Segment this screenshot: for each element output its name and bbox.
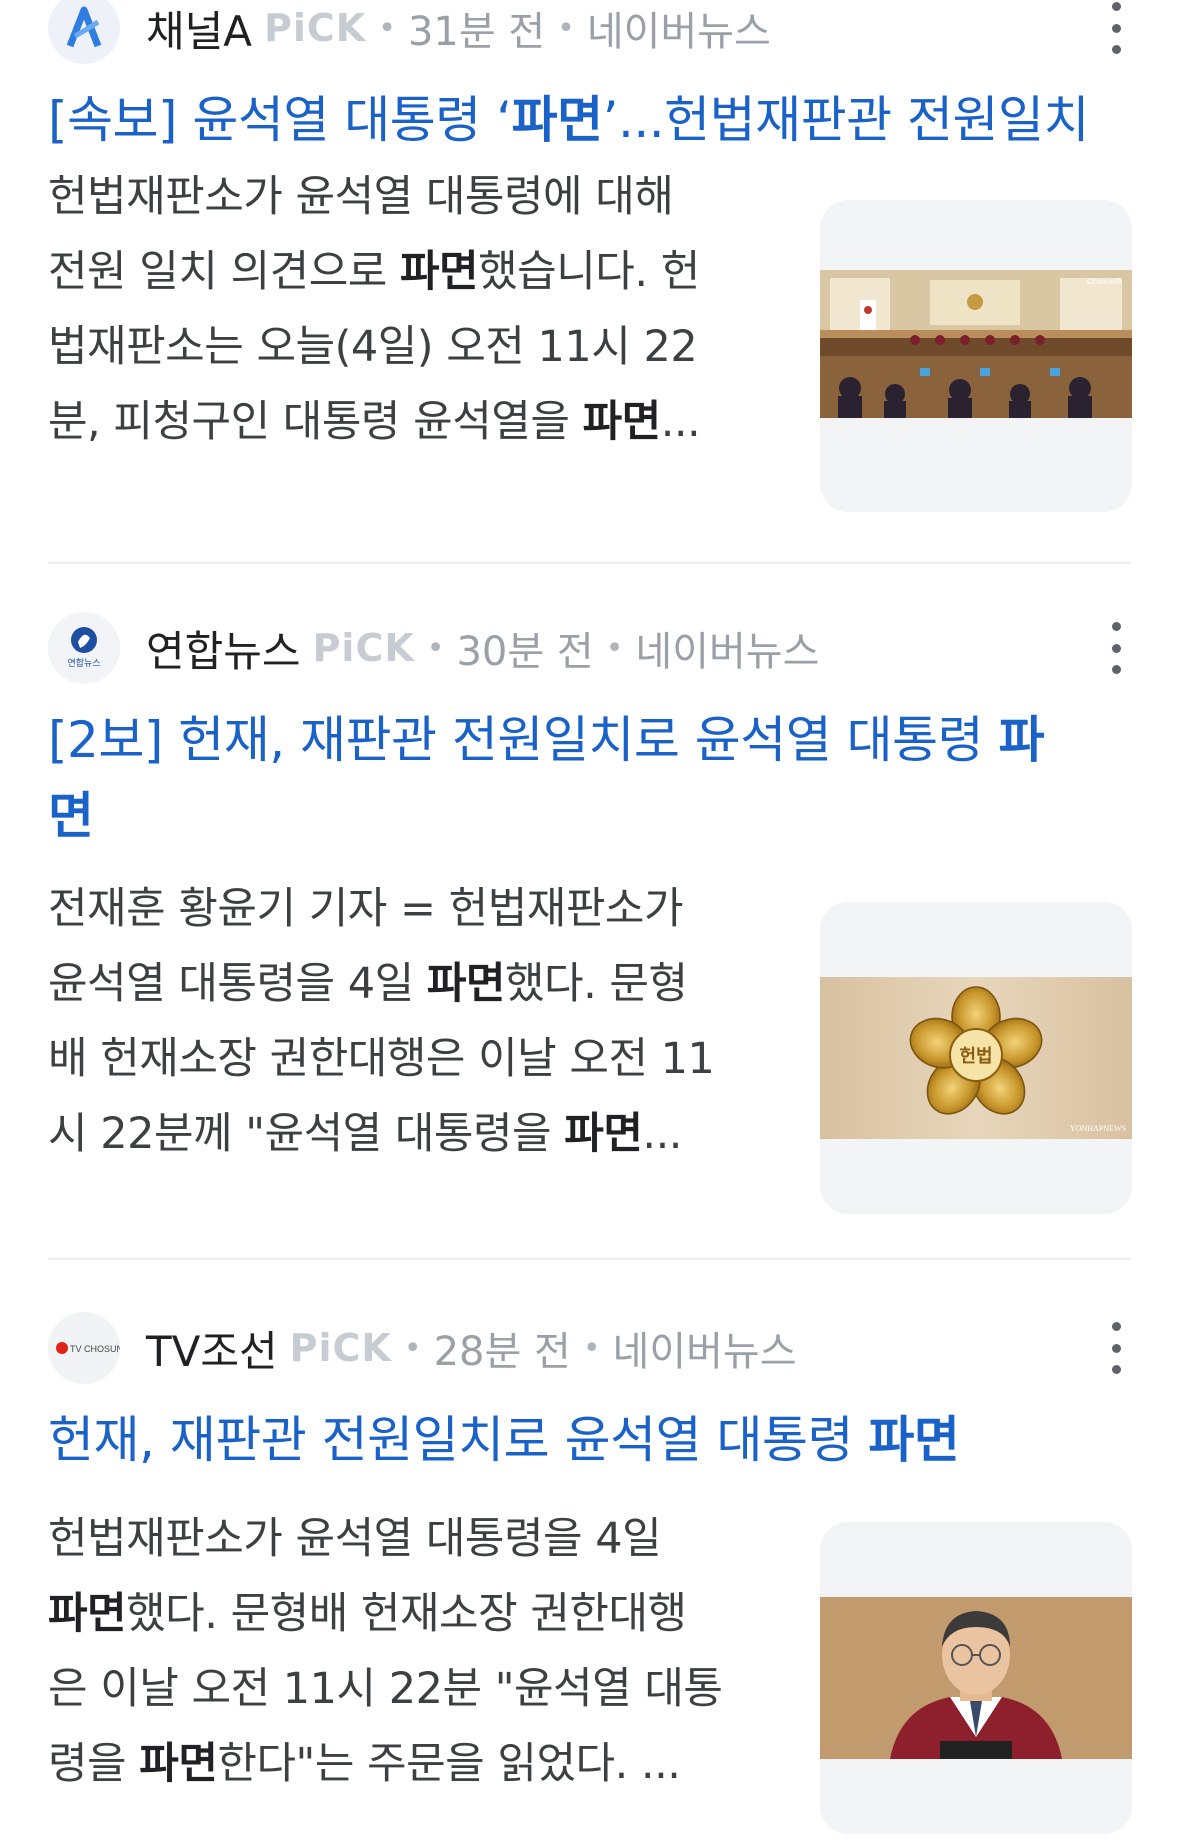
news-feed: 채널A PiCK • 31분 전 • 네이버뉴스 [속보] 윤석열 대통령 ‘파… xyxy=(0,0,1179,1844)
pick-badge: PiCK xyxy=(264,6,367,50)
article-thumbnail[interactable]: ChannelA xyxy=(820,200,1132,512)
tv-chosun-logo-icon[interactable]: TV CHOSUN xyxy=(48,1312,120,1384)
channel-a-logo-icon[interactable] xyxy=(48,0,120,64)
source-row: TV CHOSUN TV조선 PiCK • 28분 전 • 네이버뉴스 xyxy=(48,1310,1131,1386)
emblem-text: 헌법 xyxy=(959,1046,992,1067)
thumbnail-watermark: YONHAPNEWS xyxy=(1070,1124,1126,1133)
pick-badge: PiCK xyxy=(312,626,415,670)
article-headline[interactable]: 헌재, 재판관 전원일치로 윤석열 대통령 파면 xyxy=(48,1402,1139,1478)
divider xyxy=(48,1258,1131,1260)
platform-name: 네이버뉴스 xyxy=(612,1329,797,1375)
platform-name: 네이버뉴스 xyxy=(586,9,771,55)
meta-separator: • xyxy=(582,1330,601,1366)
article-headline[interactable]: [2보] 헌재, 재판관 전원일치로 윤석열 대통령 파면 xyxy=(48,702,1139,854)
article-snippet[interactable]: 헌법재판소가 윤석열 대통령에 대해 전원 일치 의견으로 파면했습니다. 헌 법재… xyxy=(48,160,778,460)
source-name[interactable]: TV조선 xyxy=(146,1318,278,1379)
meta-separator: • xyxy=(426,630,445,666)
article-snippet[interactable]: 전재훈 황윤기 기자 = 헌법재판소가 윤석열 대통령을 4일 파면했다. 문형 배… xyxy=(48,872,778,1172)
publish-time: 30분 전 xyxy=(456,629,594,675)
more-options-icon[interactable] xyxy=(1101,618,1131,678)
yonhap-logo-text: 연합뉴스 xyxy=(67,658,100,669)
article-thumbnail[interactable] xyxy=(820,1522,1132,1834)
article-headline[interactable]: [속보] 윤석열 대통령 ‘파면’...헌법재판관 전원일치 xyxy=(48,82,1139,158)
more-options-icon[interactable] xyxy=(1101,0,1131,58)
article-snippet[interactable]: 헌법재판소가 윤석열 대통령을 4일 파면했다. 문형배 헌재소장 권한대행 은 이… xyxy=(48,1502,778,1802)
divider xyxy=(48,562,1131,564)
meta-separator: • xyxy=(557,10,575,46)
meta-separator: • xyxy=(605,630,624,666)
meta-separator: • xyxy=(378,10,396,46)
source-name[interactable]: 채널A xyxy=(146,0,252,59)
source-row: 채널A PiCK • 31분 전 • 네이버뉴스 xyxy=(48,0,1131,66)
more-options-icon[interactable] xyxy=(1101,1318,1131,1378)
article-thumbnail[interactable]: 헌법 YONHAPNEWS xyxy=(820,902,1132,1214)
publish-time: 31분 전 xyxy=(407,9,546,55)
platform-name: 네이버뉴스 xyxy=(635,629,820,675)
publish-time: 28분 전 xyxy=(433,1329,571,1375)
yonhap-logo-icon[interactable]: 연합뉴스 xyxy=(48,612,120,684)
thumbnail-watermark: ChannelA xyxy=(1087,277,1123,286)
source-row: 연합뉴스 연합뉴스 PiCK • 30분 전 • 네이버뉴스 xyxy=(48,610,1131,686)
source-name[interactable]: 연합뉴스 xyxy=(146,618,301,679)
pick-badge: PiCK xyxy=(289,1326,392,1370)
meta-separator: • xyxy=(403,1330,422,1366)
tv-chosun-logo-text: TV CHOSUN xyxy=(70,1344,120,1354)
